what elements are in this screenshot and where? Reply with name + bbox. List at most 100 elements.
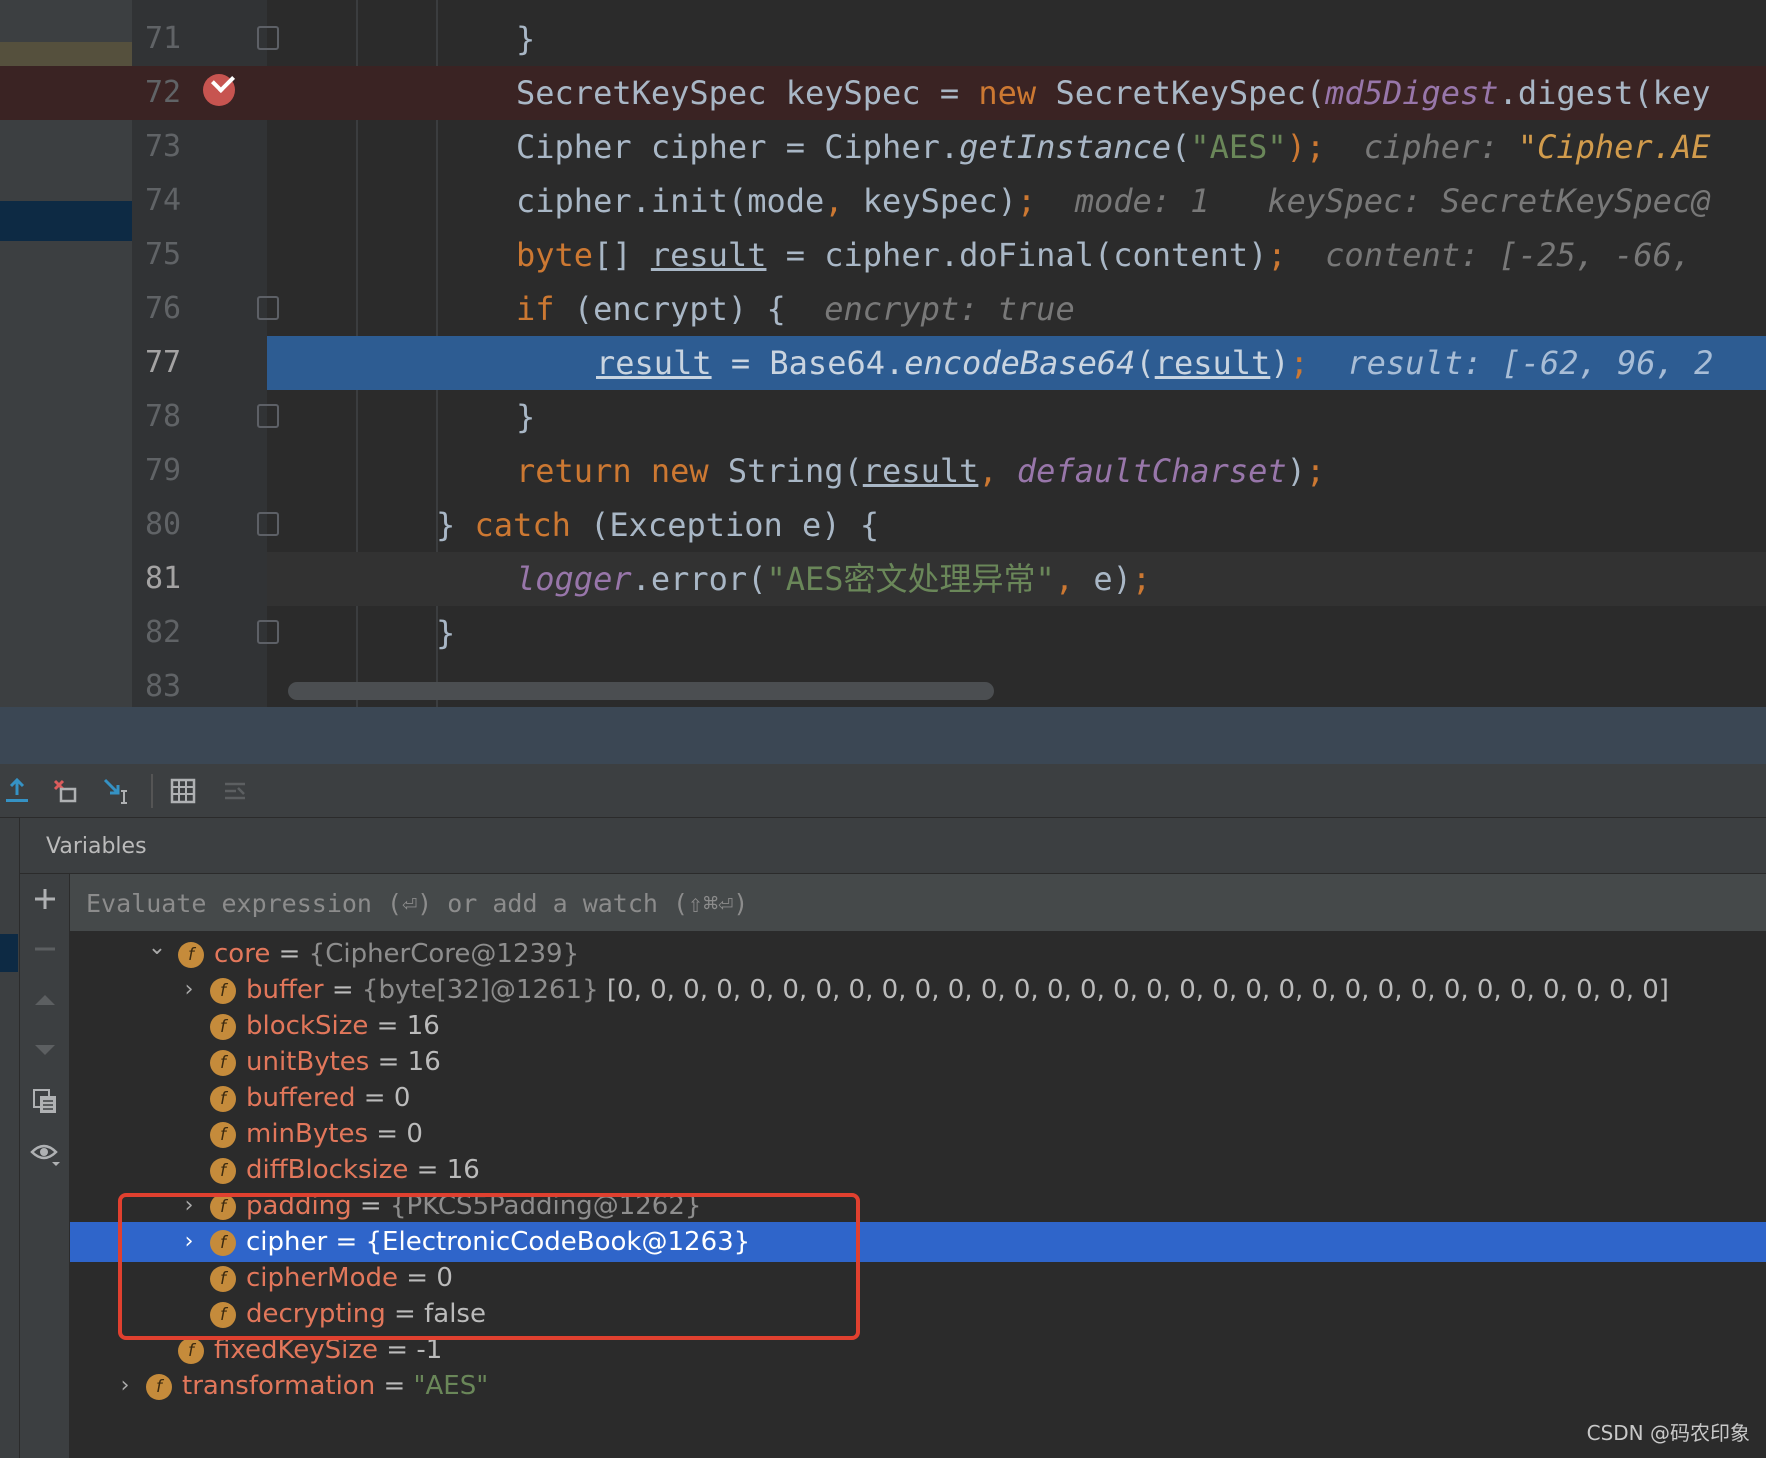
code-token: result <box>1154 344 1271 382</box>
panel-separator[interactable] <box>0 707 1766 764</box>
code-token: "AES密文处理异常" <box>766 560 1055 598</box>
step-out-icon[interactable] <box>0 774 34 808</box>
add-watch-icon[interactable] <box>28 882 62 916</box>
variable-text: decrypting = false <box>246 1294 486 1334</box>
code-line[interactable]: 74 cipher.init(mode, keySpec); mode: 1 ke… <box>0 174 1766 228</box>
fold-marker-icon[interactable] <box>257 512 279 536</box>
code-token: keySpec) <box>843 182 1017 220</box>
chevron-right-icon[interactable]: › <box>178 970 200 1010</box>
variable-value: "AES" <box>413 1371 489 1401</box>
variable-row[interactable]: f diffBlocksize = 16 <box>70 1150 1766 1190</box>
field-icon: f <box>210 1266 236 1292</box>
evaluate-expression-bar <box>70 874 1766 932</box>
inline-debug-value: cipher: <box>1325 128 1518 166</box>
code-line[interactable]: 77 result = Base64.encodeBase64(result); … <box>0 336 1766 390</box>
code-text: } <box>516 390 535 444</box>
variable-text: diffBlocksize = 16 <box>246 1150 480 1190</box>
code-text: if (encrypt) { encrypt: true <box>516 282 1075 336</box>
variable-text: buffer = {byte[32]@1261} [0, 0, 0, 0, 0,… <box>246 970 1669 1010</box>
variable-row[interactable]: › f buffer = {byte[32]@1261} [0, 0, 0, 0, … <box>70 970 1766 1010</box>
chevron-right-icon[interactable]: › <box>178 1222 200 1262</box>
code-token: new <box>978 74 1037 112</box>
variable-equals: = <box>351 1191 390 1221</box>
fold-marker-icon[interactable] <box>257 620 279 644</box>
evaluate-expression-input[interactable] <box>86 882 1686 924</box>
chevron-right-icon[interactable]: › <box>114 1366 136 1406</box>
code-line[interactable]: 76 if (encrypt) { encrypt: true <box>0 282 1766 336</box>
variables-tree[interactable]: ⌄ f core = {CipherCore@1239} › f buffer = {by… <box>70 932 1766 1458</box>
code-line[interactable]: 82} <box>0 606 1766 660</box>
code-token: } <box>436 614 456 652</box>
fold-marker-icon[interactable] <box>257 404 279 428</box>
trace-icon[interactable] <box>218 774 252 808</box>
code-token: cipher.init(mode <box>516 182 825 220</box>
variable-value: 0 <box>393 1083 411 1113</box>
variable-row[interactable]: › f transformation = "AES" <box>70 1366 1766 1406</box>
variable-row[interactable]: › f cipher = {ElectronicCodeBook@1263} <box>70 1222 1766 1262</box>
code-line[interactable]: 78} <box>0 390 1766 444</box>
line-number: 74 <box>145 183 182 218</box>
code-line[interactable]: 79 return new String(result, defaultChars… <box>0 444 1766 498</box>
variable-row[interactable]: ⌄ f core = {CipherCore@1239} <box>70 934 1766 974</box>
breakpoint-icon[interactable] <box>203 68 236 106</box>
code-line[interactable]: 75 byte[] result = cipher.doFinal(content… <box>0 228 1766 282</box>
code-token: ; <box>1016 182 1037 220</box>
inline-debug-value: encrypt: true <box>785 290 1075 328</box>
code-line[interactable]: 71} <box>0 12 1766 66</box>
code-text: SecretKeySpec keySpec = new SecretKeySpe… <box>516 66 1710 120</box>
chevron-right-icon[interactable]: › <box>178 1186 200 1226</box>
code-token: result <box>596 344 712 382</box>
variable-row[interactable]: f fixedKeySize = -1 <box>70 1330 1766 1370</box>
code-token: ; <box>1289 344 1309 382</box>
eye-icon[interactable] <box>28 1136 62 1170</box>
line-number: 72 <box>145 75 182 110</box>
code-token: result <box>650 236 767 274</box>
move-down-icon[interactable] <box>28 1032 62 1066</box>
variable-row[interactable]: f buffered = 0 <box>70 1078 1766 1118</box>
variable-equals: = <box>323 975 362 1005</box>
fold-marker-icon[interactable] <box>257 26 279 50</box>
variable-type: {ElectronicCodeBook@1263} <box>365 1227 751 1257</box>
code-line[interactable]: 72 SecretKeySpec keySpec = new SecretKeyS… <box>0 66 1766 120</box>
code-token: ( <box>1171 128 1191 166</box>
variable-name: cipher <box>246 1227 328 1257</box>
code-line[interactable]: 81 logger.error("AES密文处理异常", e); <box>0 552 1766 606</box>
horizontal-scrollbar[interactable] <box>288 682 994 700</box>
variable-equals: = <box>327 1227 366 1257</box>
variable-row[interactable]: f unitBytes = 16 <box>70 1042 1766 1082</box>
chevron-down-icon[interactable]: ⌄ <box>146 934 168 974</box>
code-token: ( <box>1135 344 1155 382</box>
remove-watch-icon[interactable] <box>28 932 62 966</box>
variable-row[interactable]: › f padding = {PKCS5Padding@1262} <box>70 1186 1766 1226</box>
code-token: result <box>862 452 979 490</box>
variable-name: buffered <box>246 1083 356 1113</box>
code-token: , <box>1054 560 1075 598</box>
fold-marker-icon[interactable] <box>257 296 279 320</box>
variable-row[interactable]: f decrypting = false <box>70 1294 1766 1334</box>
drop-frame-icon[interactable] <box>48 774 82 808</box>
code-editor[interactable]: 71} 72 SecretKeySpec keySpec = new SecretK… <box>0 0 1766 707</box>
variable-equals: = <box>368 1011 407 1041</box>
vars-side-strip <box>0 818 20 1458</box>
variable-name: buffer <box>246 975 324 1005</box>
code-line[interactable]: 80} catch (Exception e) { <box>0 498 1766 552</box>
move-up-icon[interactable] <box>28 982 62 1016</box>
code-token: , <box>824 182 844 220</box>
field-icon: f <box>210 1158 236 1184</box>
run-to-cursor-icon[interactable] <box>100 774 134 808</box>
variable-name: unitBytes <box>246 1047 370 1077</box>
field-icon: f <box>178 1338 204 1364</box>
variable-equals: = <box>408 1155 447 1185</box>
line-number: 80 <box>145 507 182 542</box>
variable-row[interactable]: f minBytes = 0 <box>70 1114 1766 1154</box>
code-line[interactable]: 73 Cipher cipher = Cipher.getInstance("AE… <box>0 120 1766 174</box>
evaluate-table-icon[interactable] <box>166 774 200 808</box>
duplicate-icon[interactable] <box>28 1084 62 1118</box>
variable-name: cipherMode <box>246 1263 399 1293</box>
variable-value: [0, 0, 0, 0, 0, 0, 0, 0, 0, 0, 0, 0, 0, … <box>606 975 1669 1005</box>
variable-row[interactable]: f blockSize = 16 <box>70 1006 1766 1046</box>
variable-equals: = <box>355 1083 394 1113</box>
field-icon: f <box>210 1086 236 1112</box>
field-icon: f <box>210 1014 236 1040</box>
variable-row[interactable]: f cipherMode = 0 <box>70 1258 1766 1298</box>
